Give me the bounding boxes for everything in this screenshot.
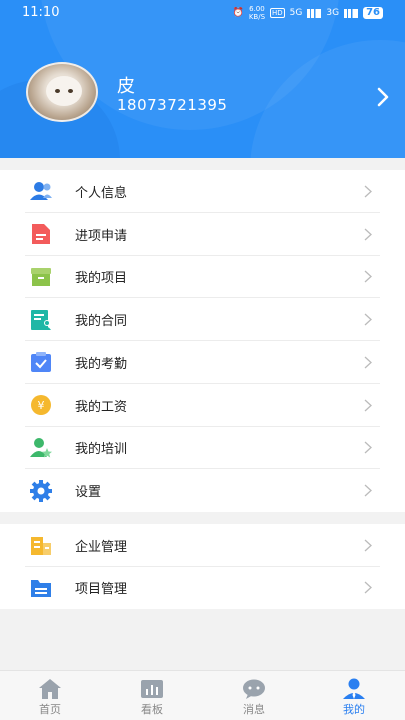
chevron-right-icon: [364, 581, 372, 594]
menu-item-apply[interactable]: 进项申请: [0, 213, 405, 256]
menu-item-enterprise[interactable]: 企业管理: [0, 524, 405, 567]
profile-header[interactable]: 11:10 ⏰ 6.00 KB/S HD 5G 3G 76 皮 180737213…: [0, 0, 405, 158]
signal-bars-icon: [307, 8, 322, 18]
menu-item-salary[interactable]: ¥ 我的工资: [0, 384, 405, 427]
chevron-right-icon: [364, 539, 372, 552]
battery-level: 76: [363, 7, 383, 19]
chevron-right-icon: [364, 484, 372, 497]
folder-icon: [30, 577, 52, 599]
menu-item-project-management[interactable]: 项目管理: [0, 567, 405, 610]
user-phone: 18073721395: [117, 96, 228, 114]
avatar[interactable]: [26, 62, 98, 122]
user-name: 皮: [117, 76, 135, 97]
clipboard-check-icon: [30, 351, 52, 373]
menu-label: 企业管理: [75, 539, 128, 555]
chevron-right-icon: [364, 441, 372, 454]
menu-label: 设置: [75, 485, 102, 501]
menu-item-settings[interactable]: 设置: [0, 469, 405, 512]
tab-messages[interactable]: 消息: [214, 671, 294, 720]
chevron-right-icon: [364, 356, 372, 369]
yen-coin-icon: ¥: [30, 394, 52, 416]
document-icon: [30, 223, 52, 245]
chat-icon: [243, 679, 265, 699]
menu-label: 我的项目: [75, 271, 128, 287]
tab-label: 看板: [141, 703, 163, 716]
chevron-right-icon: [364, 270, 372, 283]
signal-3g: 3G: [326, 8, 340, 18]
chevron-right-icon: [364, 228, 372, 241]
chevron-right-icon: [364, 313, 372, 326]
building-icon: [30, 534, 52, 556]
person-star-icon: [30, 437, 52, 459]
bottom-tab-bar: 首页 看板 消息 我的: [0, 670, 405, 720]
person-card-icon: [30, 180, 52, 202]
dashboard-icon: [141, 680, 163, 698]
menu-item-training[interactable]: 我的培训: [0, 427, 405, 470]
menu-label: 我的考勤: [75, 356, 128, 372]
menu-label: 项目管理: [75, 582, 128, 598]
signal-bars-icon: [344, 8, 359, 18]
home-icon: [39, 679, 61, 699]
menu-label: 我的培训: [75, 442, 128, 458]
menu-item-my-contracts[interactable]: 我的合同: [0, 298, 405, 341]
tab-mine[interactable]: 我的: [314, 671, 394, 720]
tab-dashboard[interactable]: 看板: [112, 671, 192, 720]
menu-item-my-projects[interactable]: 我的项目: [0, 256, 405, 299]
user-icon: [343, 678, 365, 699]
chevron-right-icon[interactable]: [376, 86, 390, 108]
signal-5g: 5G: [289, 8, 303, 18]
contract-icon: [30, 309, 52, 331]
box-icon: [30, 266, 52, 288]
menu-label: 个人信息: [75, 185, 128, 201]
chevron-right-icon: [364, 399, 372, 412]
menu-label: 我的工资: [75, 399, 128, 415]
svg-text:¥: ¥: [38, 399, 45, 412]
menu-card-personal: 个人信息 进项申请 我的项目 我的合同 我的考勤 ¥ 我的工资 我的培训 设置: [0, 170, 405, 512]
alarm-icon: ⏰: [232, 8, 244, 18]
tab-home[interactable]: 首页: [10, 671, 90, 720]
tab-label: 首页: [39, 703, 61, 716]
menu-item-personal-info[interactable]: 个人信息: [0, 170, 405, 213]
gear-icon: [30, 479, 52, 502]
menu-label: 我的合同: [75, 314, 128, 330]
net-speed: 6.00 KB/S: [248, 5, 266, 21]
menu-label: 进项申请: [75, 228, 128, 244]
menu-card-management: 企业管理 项目管理: [0, 524, 405, 609]
tab-label: 我的: [343, 703, 365, 716]
chevron-right-icon: [364, 185, 372, 198]
menu-item-attendance[interactable]: 我的考勤: [0, 341, 405, 384]
hd-badge: HD: [270, 8, 285, 18]
status-time: 11:10: [22, 5, 60, 20]
status-bar: 11:10 ⏰ 6.00 KB/S HD 5G 3G 76: [0, 0, 405, 26]
tab-label: 消息: [243, 703, 265, 716]
